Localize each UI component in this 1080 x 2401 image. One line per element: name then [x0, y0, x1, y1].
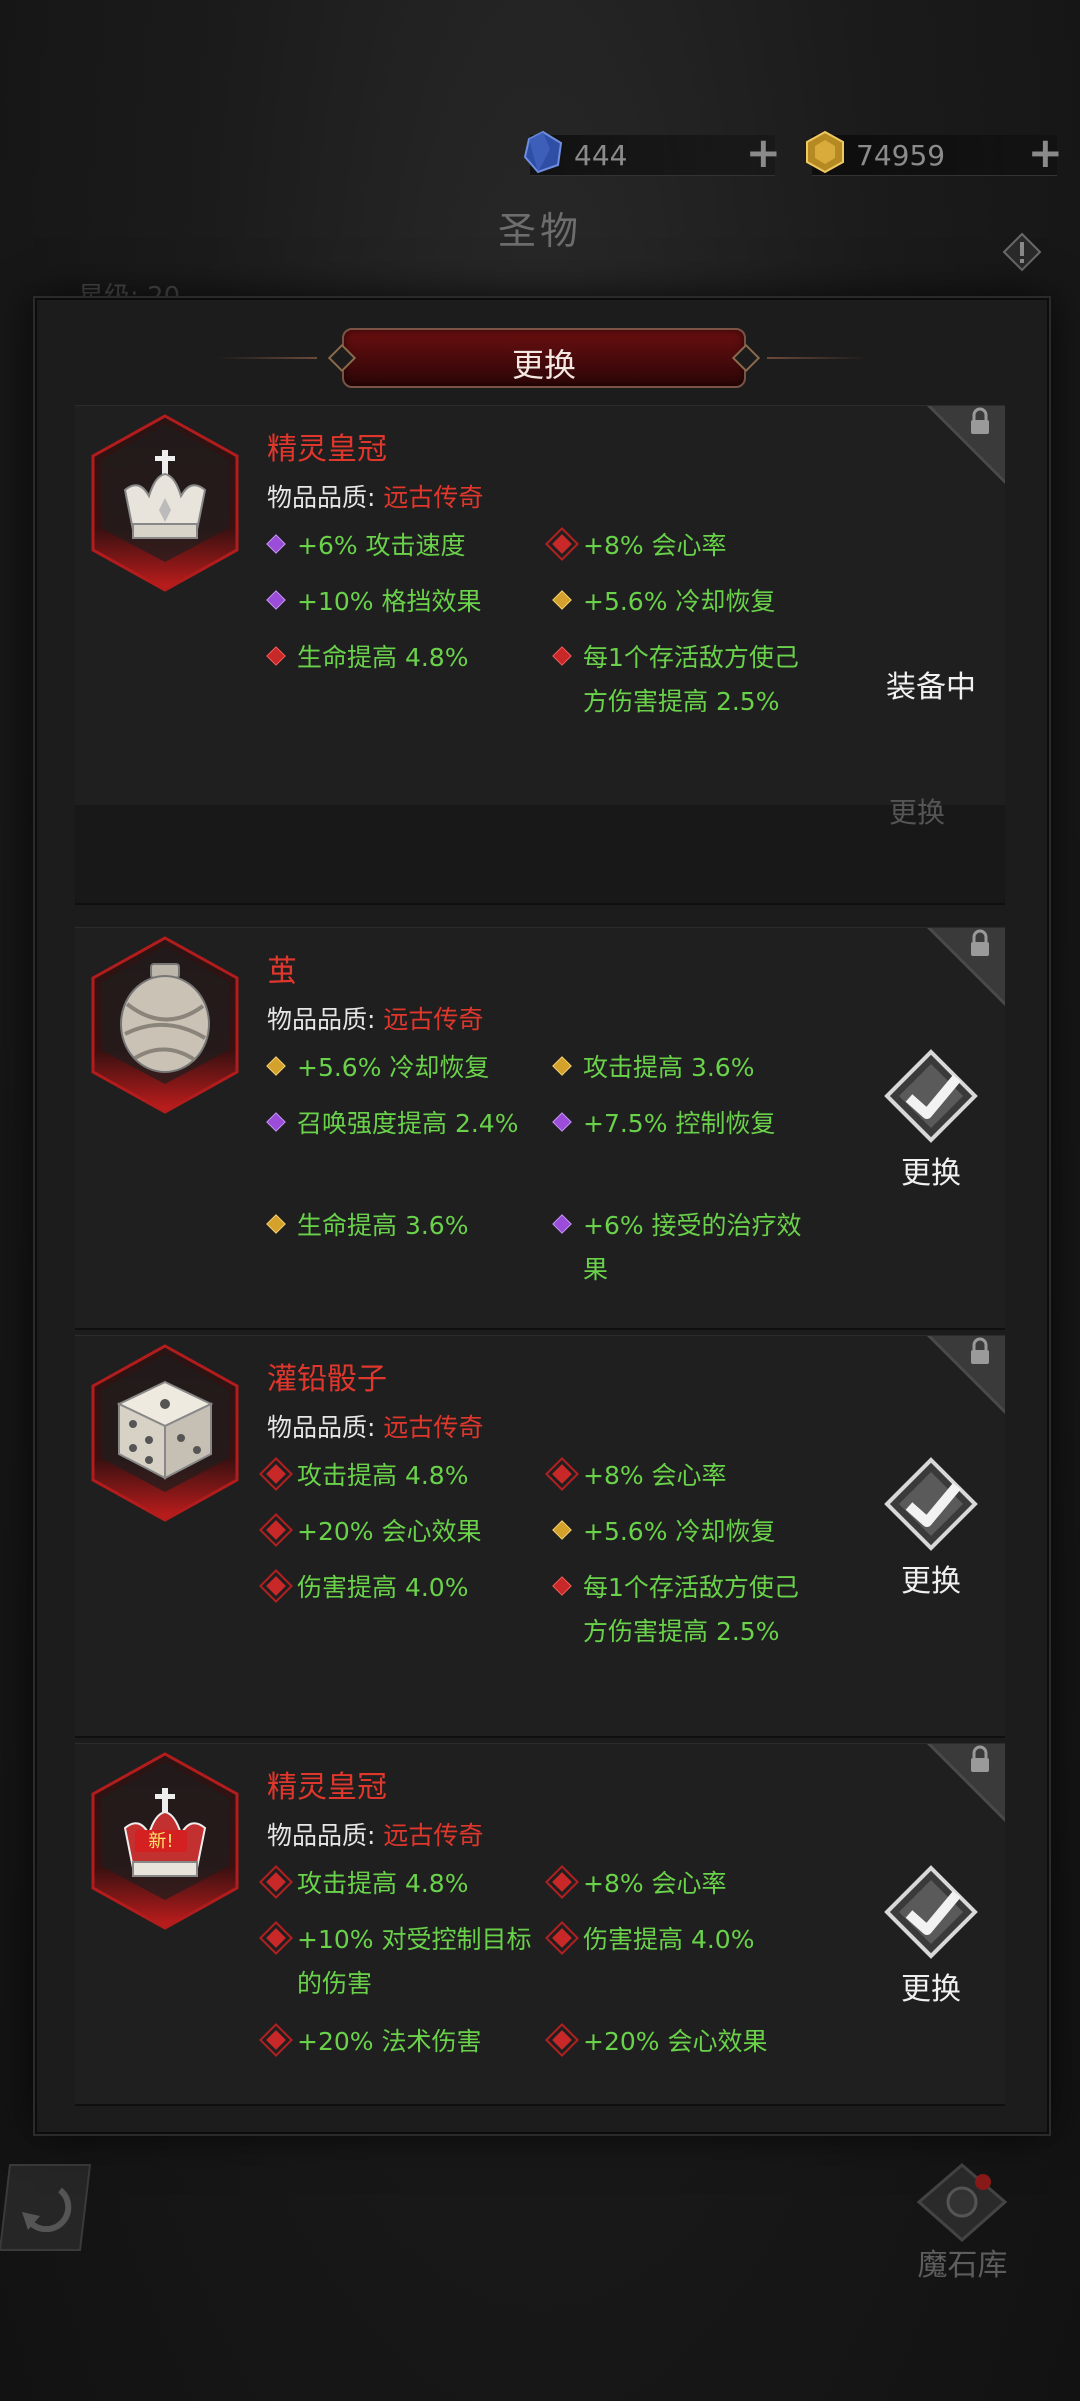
- relic-icon-frame: 新!: [89, 1750, 241, 1932]
- stat-line: +6% 接受的治疗效果: [552, 1204, 823, 1292]
- page-title: 圣物: [497, 209, 582, 253]
- quality-value: 远古传奇: [383, 1005, 484, 1034]
- hidden-replace-label: 更换: [888, 796, 945, 829]
- relic-icon-frame: [89, 934, 241, 1116]
- currency-blue-gem: 444 +: [523, 130, 781, 176]
- dialog-title: 更换: [511, 346, 576, 384]
- lock-icon[interactable]: [927, 1336, 1005, 1414]
- hidden-row-strip: 更换: [75, 796, 1005, 905]
- stat-line: +10% 格挡效果: [266, 580, 537, 624]
- lock-icon[interactable]: [927, 1744, 1005, 1822]
- header-line-left: [217, 357, 317, 359]
- gold-coin-icon: [806, 130, 844, 174]
- checkmark-icon: [884, 1049, 978, 1143]
- quality-label: 物品品质:: [267, 1005, 376, 1034]
- stat-line: +6% 攻击速度: [266, 524, 537, 568]
- store-icon: [916, 2163, 1008, 2243]
- quality-value: 远古传奇: [383, 1821, 484, 1850]
- stat-line: 生命提高 3.6%: [266, 1204, 537, 1248]
- magic-stone-store-button[interactable]: 魔石库: [905, 2160, 1020, 2283]
- stat-line: +8% 会心率: [545, 1862, 823, 1906]
- equipped-status: 装备中: [886, 670, 976, 705]
- dice-icon: [91, 1344, 239, 1522]
- relic-name: 灌铅骰子: [267, 1362, 387, 1397]
- lock-icon[interactable]: [927, 928, 1005, 1006]
- quality-label: 物品品质:: [267, 1821, 376, 1850]
- cocoon-icon: [91, 936, 239, 1114]
- replace-label: 更换: [901, 1564, 961, 1599]
- replace-button[interactable]: 更换: [871, 1456, 991, 1606]
- relic-quality: 物品品质: 远古传奇: [267, 1816, 483, 1852]
- top-bar: 444 + 74959 + 圣物 星级: 20: [0, 0, 1080, 320]
- stat-line: 伤害提高 4.0%: [259, 1566, 537, 1610]
- quality-label: 物品品质:: [267, 1413, 376, 1442]
- relic-card[interactable]: 灌铅骰子 物品品质: 远古传奇 攻击提高 4.8% +20% 会心效果 伤害提高…: [75, 1335, 1005, 1738]
- gold-coin-amount: 74959: [856, 139, 946, 172]
- quality-value: 远古传奇: [383, 1413, 484, 1442]
- relic-list[interactable]: 精灵皇冠 物品品质: 远古传奇 +6% 攻击速度 +10% 格挡效果 生命提高 …: [37, 405, 1047, 2120]
- add-blue-gem-button[interactable]: +: [746, 132, 781, 174]
- crown-icon: [91, 414, 239, 592]
- replace-button[interactable]: 更换: [871, 1864, 991, 2014]
- stat-line: +5.6% 冷却恢复: [266, 1046, 537, 1090]
- replace-label: 更换: [901, 1972, 961, 2007]
- stat-line: 召唤强度提高 2.4%: [266, 1102, 537, 1146]
- relic-card-equipped[interactable]: 精灵皇冠 物品品质: 远古传奇 +6% 攻击速度 +10% 格挡效果 生命提高 …: [75, 405, 1005, 808]
- back-icon[interactable]: [0, 2160, 95, 2255]
- crown-red-icon: 新!: [91, 1752, 239, 1930]
- relic-quality: 物品品质: 远古传奇: [267, 1408, 483, 1444]
- relic-name: 精灵皇冠: [267, 432, 387, 467]
- relic-quality: 物品品质: 远古传奇: [267, 478, 483, 514]
- dialog-header: 更换: [37, 328, 1047, 388]
- stat-line: +5.6% 冷却恢复: [552, 1510, 823, 1554]
- stat-line: 每1个存活敌方使己方伤害提高 2.5%: [552, 1566, 823, 1654]
- stat-line: +20% 会心效果: [259, 1510, 537, 1554]
- relic-card[interactable]: 茧 物品品质: 远古传奇 +5.6% 冷却恢复 召唤强度提高 2.4% 生命提高…: [75, 927, 1005, 1330]
- info-icon[interactable]: [1002, 232, 1042, 272]
- stat-line: 攻击提高 3.6%: [552, 1046, 823, 1090]
- checkmark-icon: [884, 1865, 978, 1959]
- checkmark-icon: [884, 1457, 978, 1551]
- stat-line: +5.6% 冷却恢复: [552, 580, 823, 624]
- relic-quality: 物品品质: 远古传奇: [267, 1000, 483, 1036]
- currency-gold-coin: 74959 +: [806, 130, 1063, 176]
- replace-button[interactable]: 更换: [871, 1048, 991, 1198]
- stat-line: +8% 会心率: [545, 1454, 823, 1498]
- lock-icon[interactable]: [927, 406, 1005, 484]
- add-gold-coin-button[interactable]: +: [1028, 132, 1063, 174]
- blue-gem-amount: 444: [574, 139, 628, 172]
- quality-value: 远古传奇: [383, 483, 484, 512]
- blue-gem-icon: [523, 130, 563, 174]
- replace-label: 更换: [901, 1156, 961, 1191]
- new-badge: 新!: [148, 1831, 173, 1852]
- relic-card[interactable]: 新! 精灵皇冠 物品品质: 远古传奇 攻击提高 4.8% +10% 对受控制目标…: [75, 1743, 1005, 2106]
- stat-line: 攻击提高 4.8%: [259, 1454, 537, 1498]
- stat-line: +7.5% 控制恢复: [552, 1102, 823, 1146]
- store-label: 魔石库: [917, 2248, 1008, 2283]
- relic-icon-frame: [89, 412, 241, 594]
- stat-line: 攻击提高 4.8%: [259, 1862, 537, 1906]
- stat-line: 每1个存活敌方使己方伤害提高 2.5%: [552, 636, 823, 724]
- header-line-right: [767, 357, 867, 359]
- stat-line: 生命提高 4.8%: [266, 636, 537, 680]
- replace-dialog: 更换 精灵皇冠 物品品质: 远古传奇 +6% 攻击速度 +10% 格挡效果 生命…: [35, 298, 1049, 2134]
- stat-line: +10% 对受控制目标的伤害: [259, 1918, 537, 2006]
- stat-line: +8% 会心率: [545, 524, 823, 568]
- relic-name: 茧: [267, 954, 297, 989]
- dialog-title-banner: 更换: [327, 328, 761, 388]
- relic-name: 精灵皇冠: [267, 1770, 387, 1805]
- stat-line: +20% 会心效果: [545, 2020, 823, 2064]
- stat-line: +20% 法术伤害: [259, 2020, 537, 2064]
- relic-icon-frame: [89, 1342, 241, 1524]
- quality-label: 物品品质:: [267, 483, 376, 512]
- stat-line: 伤害提高 4.0%: [545, 1918, 823, 1962]
